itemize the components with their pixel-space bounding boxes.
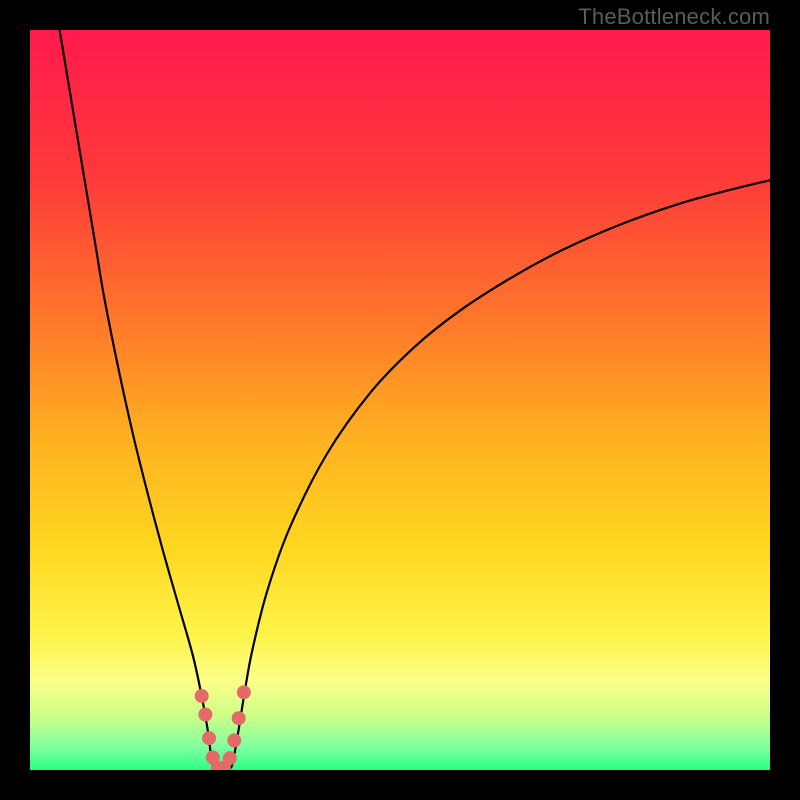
valley-marker (227, 733, 241, 747)
valley-marker (202, 731, 216, 745)
plot-area (30, 30, 770, 770)
bottleneck-curve (60, 30, 770, 770)
chart-frame: TheBottleneck.com (0, 0, 800, 800)
valley-marker (195, 689, 209, 703)
valley-markers (195, 685, 251, 770)
valley-marker (232, 711, 246, 725)
watermark-text: TheBottleneck.com (578, 4, 770, 30)
curve-layer (30, 30, 770, 770)
valley-marker (198, 708, 212, 722)
valley-marker (223, 751, 237, 765)
valley-marker (237, 685, 251, 699)
